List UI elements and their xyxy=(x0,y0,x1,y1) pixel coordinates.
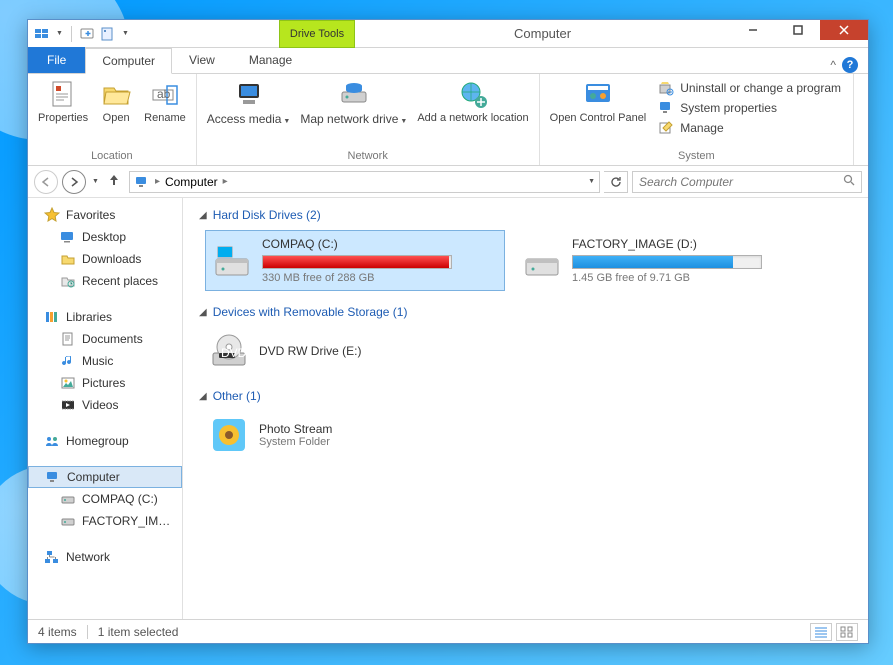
computer-tree-icon xyxy=(45,469,61,485)
qat-dropdown-caret[interactable]: ▼ xyxy=(122,30,129,37)
ribbon-group-label-location: Location xyxy=(34,148,190,165)
homegroup-icon xyxy=(44,433,60,449)
network-icon xyxy=(44,549,60,565)
svg-text:DVD: DVD xyxy=(221,346,247,360)
qat-menu-caret[interactable]: ▼ xyxy=(56,30,63,37)
group-hard-disk-drives[interactable]: ◢Hard Disk Drives (2) xyxy=(199,208,852,222)
sidebar-item-documents[interactable]: Documents xyxy=(28,328,182,350)
content-pane: ◢Hard Disk Drives (2) COMPAQ (C:) 330 MB… xyxy=(183,198,868,619)
nav-bar: ▼ ▸ Computer ▸ ▼ xyxy=(28,166,868,198)
sidebar-favorites[interactable]: Favorites xyxy=(28,204,182,226)
add-network-location-button[interactable]: Add a network location xyxy=(413,76,532,127)
breadcrumb-current[interactable]: Computer xyxy=(165,175,218,189)
search-box[interactable] xyxy=(632,171,862,193)
drive-d-icon xyxy=(60,513,76,529)
tab-computer[interactable]: Computer xyxy=(85,48,172,74)
drive-c-icon xyxy=(60,491,76,507)
ribbon-group-location: Properties Open ab Rename Location xyxy=(28,74,197,165)
svg-text:ab: ab xyxy=(157,87,171,101)
group-removable-storage[interactable]: ◢Devices with Removable Storage (1) xyxy=(199,305,852,319)
open-control-panel-button[interactable]: Open Control Panel xyxy=(546,76,651,127)
dvd-icon: DVD xyxy=(209,331,249,371)
tab-manage[interactable]: Manage xyxy=(232,47,309,73)
window-title: Computer xyxy=(355,26,730,41)
sidebar-item-drive-c[interactable]: COMPAQ (C:) xyxy=(28,488,182,510)
search-icon xyxy=(843,174,855,189)
sidebar-item-desktop[interactable]: Desktop xyxy=(28,226,182,248)
hdd-icon xyxy=(522,241,562,281)
sidebar-item-recent[interactable]: Recent places xyxy=(28,270,182,292)
ribbon: Properties Open ab Rename Location Acces… xyxy=(28,74,868,166)
ribbon-group-system: Open Control Panel Uninstall or change a… xyxy=(540,74,854,165)
sidebar-network[interactable]: Network xyxy=(28,546,182,568)
sidebar: Favorites Desktop Downloads Recent place… xyxy=(28,198,183,619)
tab-file[interactable]: File xyxy=(28,47,85,73)
sidebar-item-pictures[interactable]: Pictures xyxy=(28,372,182,394)
uninstall-program-button[interactable]: Uninstall or change a program xyxy=(658,80,841,96)
history-dropdown[interactable]: ▼ xyxy=(92,178,99,185)
drive-compaq-c[interactable]: COMPAQ (C:) 330 MB free of 288 GB xyxy=(205,230,505,291)
rename-button[interactable]: ab Rename xyxy=(140,76,190,127)
group-other[interactable]: ◢Other (1) xyxy=(199,389,852,403)
back-button[interactable] xyxy=(34,170,58,194)
manage-button[interactable]: Manage xyxy=(658,120,841,136)
recent-icon xyxy=(60,273,76,289)
statusbar: 4 items 1 item selected xyxy=(28,619,868,643)
photo-stream-folder[interactable]: Photo StreamSystem Folder xyxy=(205,411,505,459)
new-folder-icon[interactable] xyxy=(80,26,96,42)
sidebar-item-music[interactable]: Music xyxy=(28,350,182,372)
breadcrumb-dropdown[interactable]: ▼ xyxy=(588,178,595,185)
maximize-button[interactable] xyxy=(775,20,820,40)
ribbon-collapse-caret[interactable]: ^ xyxy=(830,58,836,72)
refresh-button[interactable] xyxy=(604,171,628,193)
breadcrumb[interactable]: ▸ Computer ▸ ▼ xyxy=(129,171,600,193)
videos-icon xyxy=(60,397,76,413)
details-view-button[interactable] xyxy=(810,623,832,641)
ribbon-group-network: Access media▼ Map network drive▼ Add a n… xyxy=(197,74,540,165)
drive-tools-contextual-tab[interactable]: Drive Tools xyxy=(279,20,355,48)
tab-view[interactable]: View xyxy=(172,47,232,73)
titlebar: ▼ ▼ Drive Tools Computer xyxy=(28,20,868,48)
explorer-window: ▼ ▼ Drive Tools Computer File Computer V… xyxy=(27,19,869,644)
sidebar-homegroup[interactable]: Homegroup xyxy=(28,430,182,452)
forward-button[interactable] xyxy=(62,170,86,194)
downloads-icon xyxy=(60,251,76,267)
status-item-count: 4 items xyxy=(38,625,77,639)
search-input[interactable] xyxy=(639,175,843,189)
status-selected-count: 1 item selected xyxy=(98,625,179,639)
help-icon[interactable]: ? xyxy=(842,57,858,73)
up-button[interactable] xyxy=(103,173,125,190)
map-network-drive-button[interactable]: Map network drive▼ xyxy=(296,76,411,129)
hdd-icon xyxy=(212,241,252,281)
sidebar-computer[interactable]: Computer xyxy=(28,466,182,488)
close-button[interactable] xyxy=(820,20,868,40)
music-icon xyxy=(60,353,76,369)
desktop-icon xyxy=(60,229,76,245)
ribbon-group-label-network: Network xyxy=(203,148,533,165)
minimize-button[interactable] xyxy=(730,20,775,40)
system-properties-button[interactable]: System properties xyxy=(658,100,841,116)
libraries-icon xyxy=(44,309,60,325)
sidebar-item-videos[interactable]: Videos xyxy=(28,394,182,416)
sidebar-item-drive-d[interactable]: FACTORY_IMAGE (D:) xyxy=(28,510,182,532)
ribbon-group-label-system: System xyxy=(546,148,847,165)
computer-icon xyxy=(134,174,150,190)
open-button[interactable]: Open xyxy=(94,76,138,127)
access-media-button[interactable]: Access media▼ xyxy=(203,76,295,129)
pictures-icon xyxy=(60,375,76,391)
sidebar-item-downloads[interactable]: Downloads xyxy=(28,248,182,270)
sidebar-libraries[interactable]: Libraries xyxy=(28,306,182,328)
drive-factory-image-d[interactable]: FACTORY_IMAGE (D:) 1.45 GB free of 9.71 … xyxy=(515,230,815,291)
icons-view-button[interactable] xyxy=(836,623,858,641)
dvd-drive-e[interactable]: DVD DVD RW Drive (E:) xyxy=(205,327,505,375)
documents-icon xyxy=(60,331,76,347)
star-icon xyxy=(44,207,60,223)
properties-button[interactable]: Properties xyxy=(34,76,92,127)
properties-qat-icon[interactable] xyxy=(100,26,116,42)
app-icon xyxy=(34,26,50,42)
photo-stream-icon xyxy=(209,415,249,455)
ribbon-tabs: File Computer View Manage ^ ? xyxy=(28,48,868,74)
